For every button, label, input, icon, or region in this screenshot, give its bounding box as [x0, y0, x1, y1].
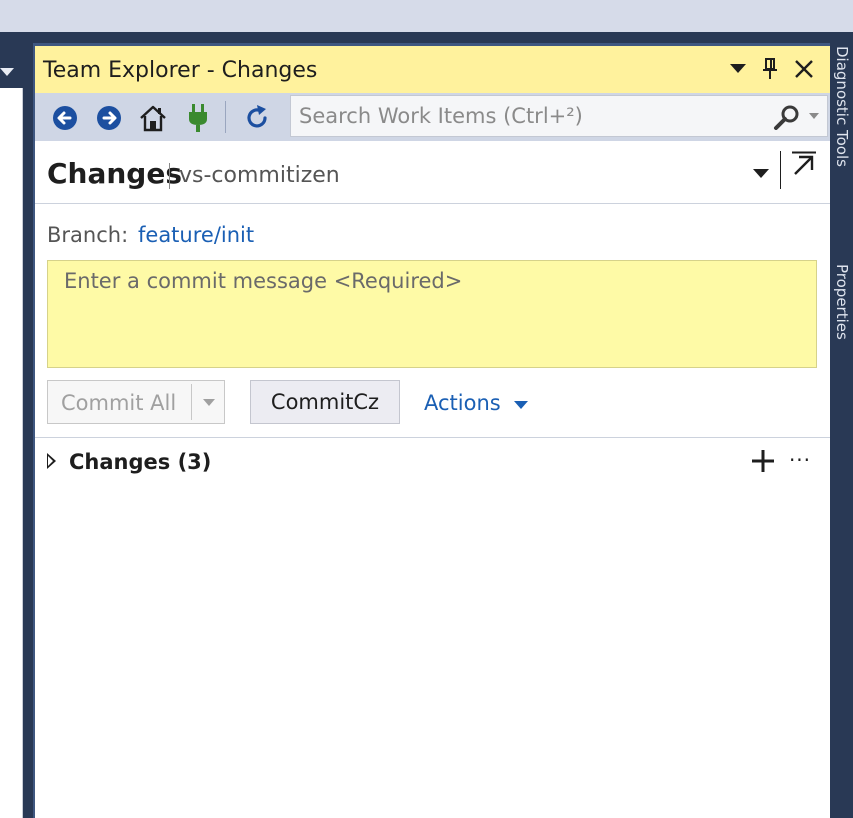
back-button[interactable]: [48, 101, 82, 135]
split-button-divider: [191, 384, 192, 420]
commit-all-label: Commit All: [61, 391, 177, 415]
search-options-dropdown[interactable]: [809, 113, 819, 119]
page-navigation-dropdown[interactable]: [753, 169, 769, 178]
actions-menu[interactable]: Actions: [424, 391, 501, 415]
forward-arrow-icon: [97, 106, 121, 130]
panel-title: Team Explorer - Changes: [43, 58, 318, 83]
search-work-items-input[interactable]: [291, 96, 777, 136]
home-icon: [140, 105, 166, 132]
close-button[interactable]: [791, 56, 817, 82]
ide-top-strip: [0, 0, 853, 32]
close-icon: [795, 60, 813, 78]
refresh-icon: [247, 105, 267, 128]
stage-all-button[interactable]: [750, 448, 776, 474]
changes-section-header[interactable]: Changes (3): [69, 450, 211, 474]
plug-icon: [189, 104, 207, 132]
search-icon: [774, 105, 799, 130]
left-document-pane: [0, 32, 33, 818]
expand-triangle-icon[interactable]: [47, 453, 56, 469]
page-header: Changes vs-commitizen: [35, 141, 830, 204]
search-box: [290, 95, 828, 137]
chevron-down-icon[interactable]: [0, 68, 14, 76]
panel-titlebar: Team Explorer - Changes: [35, 43, 830, 93]
undock-arrow-icon: [792, 151, 816, 175]
toolbar-separator: [225, 101, 226, 133]
branch-label: Branch:: [47, 223, 129, 247]
document-area: [0, 88, 23, 818]
page-title: Changes: [47, 157, 183, 190]
side-tab-diagnostic-tools[interactable]: Diagnostic Tools: [833, 46, 851, 167]
header-separator: [780, 151, 781, 189]
home-button[interactable]: [136, 101, 170, 135]
chevron-down-icon[interactable]: [514, 401, 528, 409]
window-menu-button[interactable]: [725, 56, 751, 82]
refresh-button[interactable]: [240, 101, 274, 135]
search-button[interactable]: [771, 102, 803, 132]
commit-message-input[interactable]: [47, 260, 817, 368]
forward-button[interactable]: [92, 101, 126, 135]
connect-button[interactable]: [181, 101, 215, 135]
commitcz-button[interactable]: CommitCz: [250, 380, 400, 424]
repository-name: vs-commitizen: [179, 163, 340, 188]
commit-all-button[interactable]: Commit All: [47, 380, 225, 424]
undock-button[interactable]: [791, 151, 817, 177]
branch-link[interactable]: feature/init: [138, 223, 254, 247]
pin-button[interactable]: [757, 56, 783, 82]
team-explorer-panel: Team Explorer - Changes Search Work Item…: [33, 43, 830, 818]
side-tab-properties[interactable]: Properties: [833, 264, 851, 340]
plus-icon: [752, 450, 774, 472]
chevron-down-icon[interactable]: [203, 399, 215, 406]
panel-toolbar: [35, 93, 830, 141]
chevron-down-icon: [730, 64, 746, 73]
pin-icon: [763, 58, 777, 79]
title-separator: [169, 163, 170, 189]
section-divider: [35, 437, 830, 438]
more-options-button[interactable]: ···: [787, 447, 813, 473]
back-arrow-icon: [53, 106, 77, 130]
right-side-rail: Diagnostic Tools Properties: [830, 32, 853, 818]
